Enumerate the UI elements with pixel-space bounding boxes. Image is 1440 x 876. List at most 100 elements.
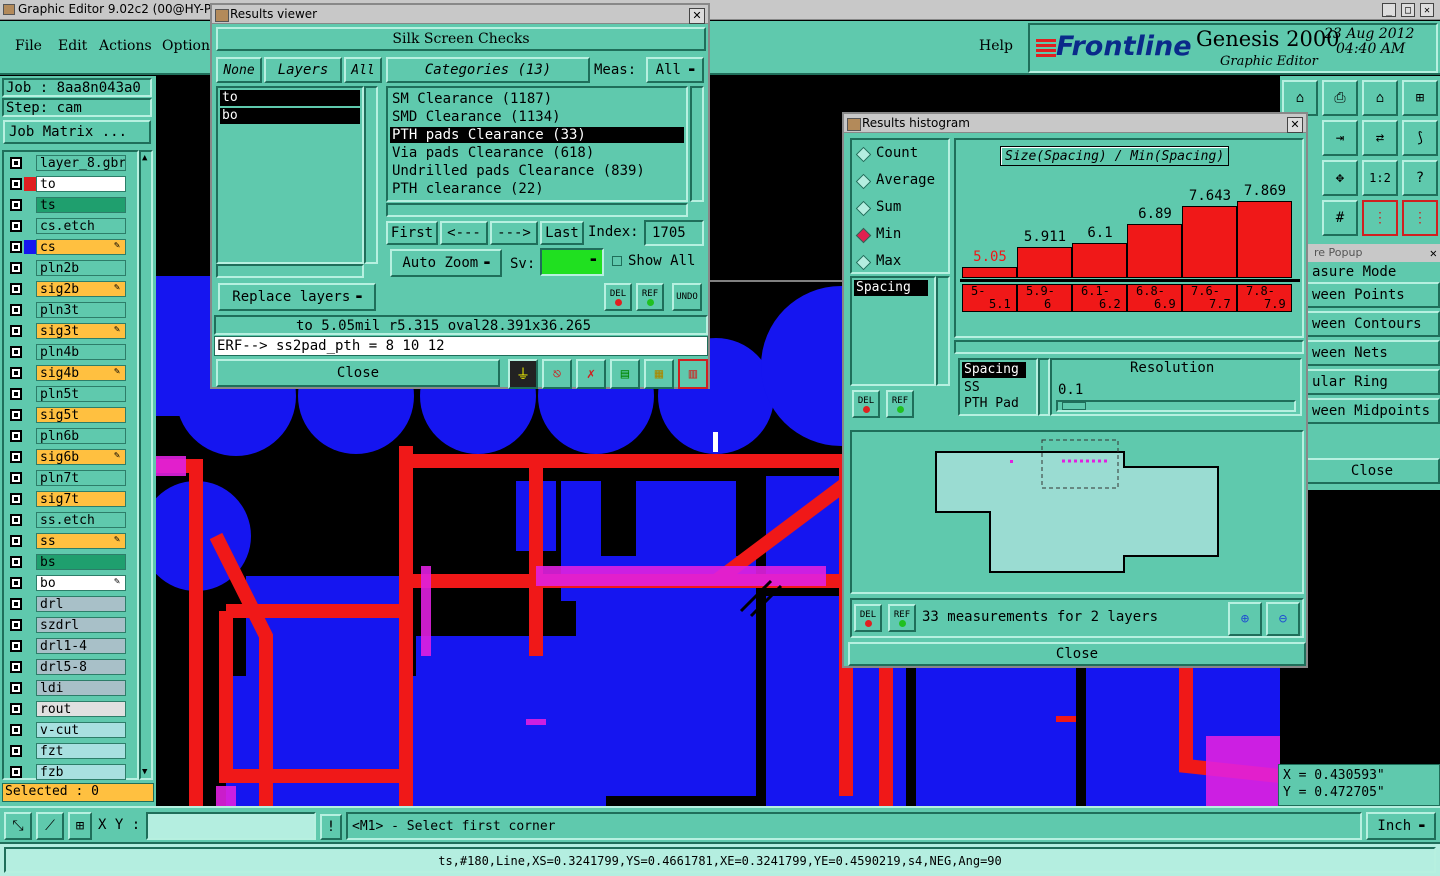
layer-checkbox[interactable]	[10, 325, 22, 337]
layer-row[interactable]: ss.etch	[6, 511, 138, 529]
sv-color-select[interactable]: ▬	[540, 248, 604, 276]
histogram-close-icon[interactable]: ✕	[1287, 117, 1303, 133]
layer-label[interactable]: szdrl	[36, 617, 126, 633]
mode-radio-min[interactable]: Min	[855, 225, 946, 245]
layer-label[interactable]: v-cut	[36, 722, 126, 738]
measure-between-nets[interactable]: ween Nets	[1304, 340, 1440, 366]
auto-zoom-select[interactable]: Auto Zoom ▬	[390, 249, 502, 277]
mode-radio-count[interactable]: Count	[855, 144, 946, 164]
layer-checkbox[interactable]	[10, 283, 22, 295]
histogram-bar[interactable]	[1127, 224, 1182, 278]
bar-category-label[interactable]: 6.1- 6.2	[1072, 284, 1127, 312]
layer-checkbox[interactable]	[10, 388, 22, 400]
traffic-light-alt-icon[interactable]: ⋮	[1402, 200, 1438, 236]
layer-row[interactable]: layer_8.gbr	[6, 154, 138, 172]
histogram-list-scroll[interactable]	[936, 276, 950, 386]
layer-row[interactable]: v-cut	[6, 721, 138, 739]
ref-button[interactable]: REF	[636, 283, 664, 311]
snap-icon[interactable]: ⤡	[4, 812, 32, 840]
info-icon[interactable]: !	[320, 814, 342, 840]
layer-label[interactable]: fzt	[36, 743, 126, 759]
layer-label[interactable]: pln7t	[36, 470, 126, 486]
layer-label[interactable]: rout	[36, 701, 126, 717]
layer-list-item[interactable]: to	[220, 90, 360, 106]
layer-row[interactable]: sig2b ✎	[6, 280, 138, 298]
histogram-bar[interactable]	[1237, 201, 1292, 278]
layer-scrollbar[interactable]: ▲ ▼	[139, 150, 153, 780]
layer-checkbox[interactable]	[10, 430, 22, 442]
layer-checkbox[interactable]	[10, 724, 22, 736]
mode-radio-max[interactable]: Max	[855, 252, 946, 272]
layer-row[interactable]: ldi	[6, 679, 138, 697]
layer-row[interactable]: pln6b	[6, 427, 138, 445]
layer-label[interactable]: pln4b	[36, 344, 126, 360]
summary-del-button[interactable]: DEL	[854, 604, 882, 632]
bar-category-label[interactable]: 7.6- 7.7	[1182, 284, 1237, 312]
layer-row[interactable]: sig7t	[6, 490, 138, 508]
ratio-button[interactable]: 1:2	[1362, 160, 1398, 196]
units-select[interactable]: Inch ▬	[1366, 812, 1436, 840]
zoom-out-icon[interactable]: ⊖	[1266, 602, 1300, 636]
layer-label[interactable]: fzb	[36, 764, 126, 780]
measure-between-points[interactable]: ween Points	[1304, 282, 1440, 308]
maximize-icon[interactable]: □	[1401, 3, 1415, 17]
layer-label[interactable]: pln3t	[36, 302, 126, 318]
layer-row[interactable]: drl1-4	[6, 637, 138, 655]
layer-checkbox[interactable]	[10, 346, 22, 358]
measure-list-item[interactable]: SS	[964, 380, 980, 395]
layer-checkbox[interactable]	[10, 535, 22, 547]
house-icon[interactable]: ⌂	[1362, 80, 1398, 116]
ref-off-icon[interactable]: ✗	[576, 359, 606, 389]
menu-actions[interactable]: Actions	[99, 38, 152, 54]
report-icon[interactable]: ▦	[644, 359, 674, 389]
layer-label[interactable]: ss.etch	[36, 512, 126, 528]
chart-hscroll[interactable]	[954, 340, 1304, 354]
menu-help[interactable]: Help	[979, 38, 1013, 54]
layer-label[interactable]: drl	[36, 596, 126, 612]
layer-checkbox[interactable]	[10, 241, 22, 253]
histogram-bar[interactable]	[962, 267, 1017, 278]
layer-label[interactable]: cs	[36, 239, 126, 255]
category-hscroll[interactable]	[386, 203, 688, 217]
zoom-in-icon[interactable]: ⊕	[1228, 602, 1262, 636]
layer-checkbox[interactable]	[10, 451, 22, 463]
export-icon[interactable]: ⎋	[542, 359, 572, 389]
layer-checkbox[interactable]	[10, 493, 22, 505]
histogram-bar[interactable]	[1182, 206, 1237, 278]
layer-label[interactable]: sig6b	[36, 449, 126, 465]
layer-checkbox[interactable]	[10, 766, 22, 778]
layer-label[interactable]: ldi	[36, 680, 126, 696]
layer-label[interactable]: pln5t	[36, 386, 126, 402]
category-item[interactable]: Undrilled pads Clearance (839)	[390, 163, 684, 179]
layer-checkbox[interactable]	[10, 619, 22, 631]
grid-snap-icon[interactable]: ⊞	[68, 812, 92, 840]
layer-label[interactable]: pln6b	[36, 428, 126, 444]
bar-category-label[interactable]: 6.8- 6.9	[1127, 284, 1182, 312]
mode-radio-sum[interactable]: Sum	[855, 198, 946, 218]
layer-list-vscroll[interactable]	[364, 86, 378, 264]
layer-row[interactable]: pln2b	[6, 259, 138, 277]
layer-label[interactable]: sig5t	[36, 407, 126, 423]
layer-row[interactable]: pln3t	[6, 301, 138, 319]
layer-row[interactable]: pln7t	[6, 469, 138, 487]
layer-label[interactable]: pln2b	[36, 260, 126, 276]
menu-file[interactable]: File	[15, 38, 42, 54]
bar-category-label[interactable]: 7.8- 7.9	[1237, 284, 1292, 312]
replace-layers-button[interactable]: Replace layers ▬	[218, 283, 376, 311]
layer-label[interactable]: sig3t	[36, 323, 126, 339]
measure-popup-close-button[interactable]: Close	[1304, 458, 1440, 484]
minimize-icon[interactable]: _	[1382, 3, 1396, 17]
histogram-list-item[interactable]: Spacing	[854, 280, 928, 296]
layer-checkbox[interactable]	[10, 514, 22, 526]
layer-checkbox[interactable]	[10, 661, 22, 673]
close-icon[interactable]: ✕	[1420, 3, 1434, 17]
layer-row[interactable]: bs	[6, 553, 138, 571]
move-icon[interactable]: ✥	[1322, 160, 1358, 196]
layer-label[interactable]: sig4b	[36, 365, 126, 381]
meas-select[interactable]: All ▬	[646, 57, 704, 83]
zigzag-icon[interactable]: ⟆	[1402, 120, 1438, 156]
bar-category-label[interactable]: 5.9- 6	[1017, 284, 1072, 312]
category-item[interactable]: SM Clearance (1187)	[390, 91, 684, 107]
hist-ref-button[interactable]: REF	[886, 390, 914, 418]
histogram-bar[interactable]	[1017, 247, 1072, 278]
